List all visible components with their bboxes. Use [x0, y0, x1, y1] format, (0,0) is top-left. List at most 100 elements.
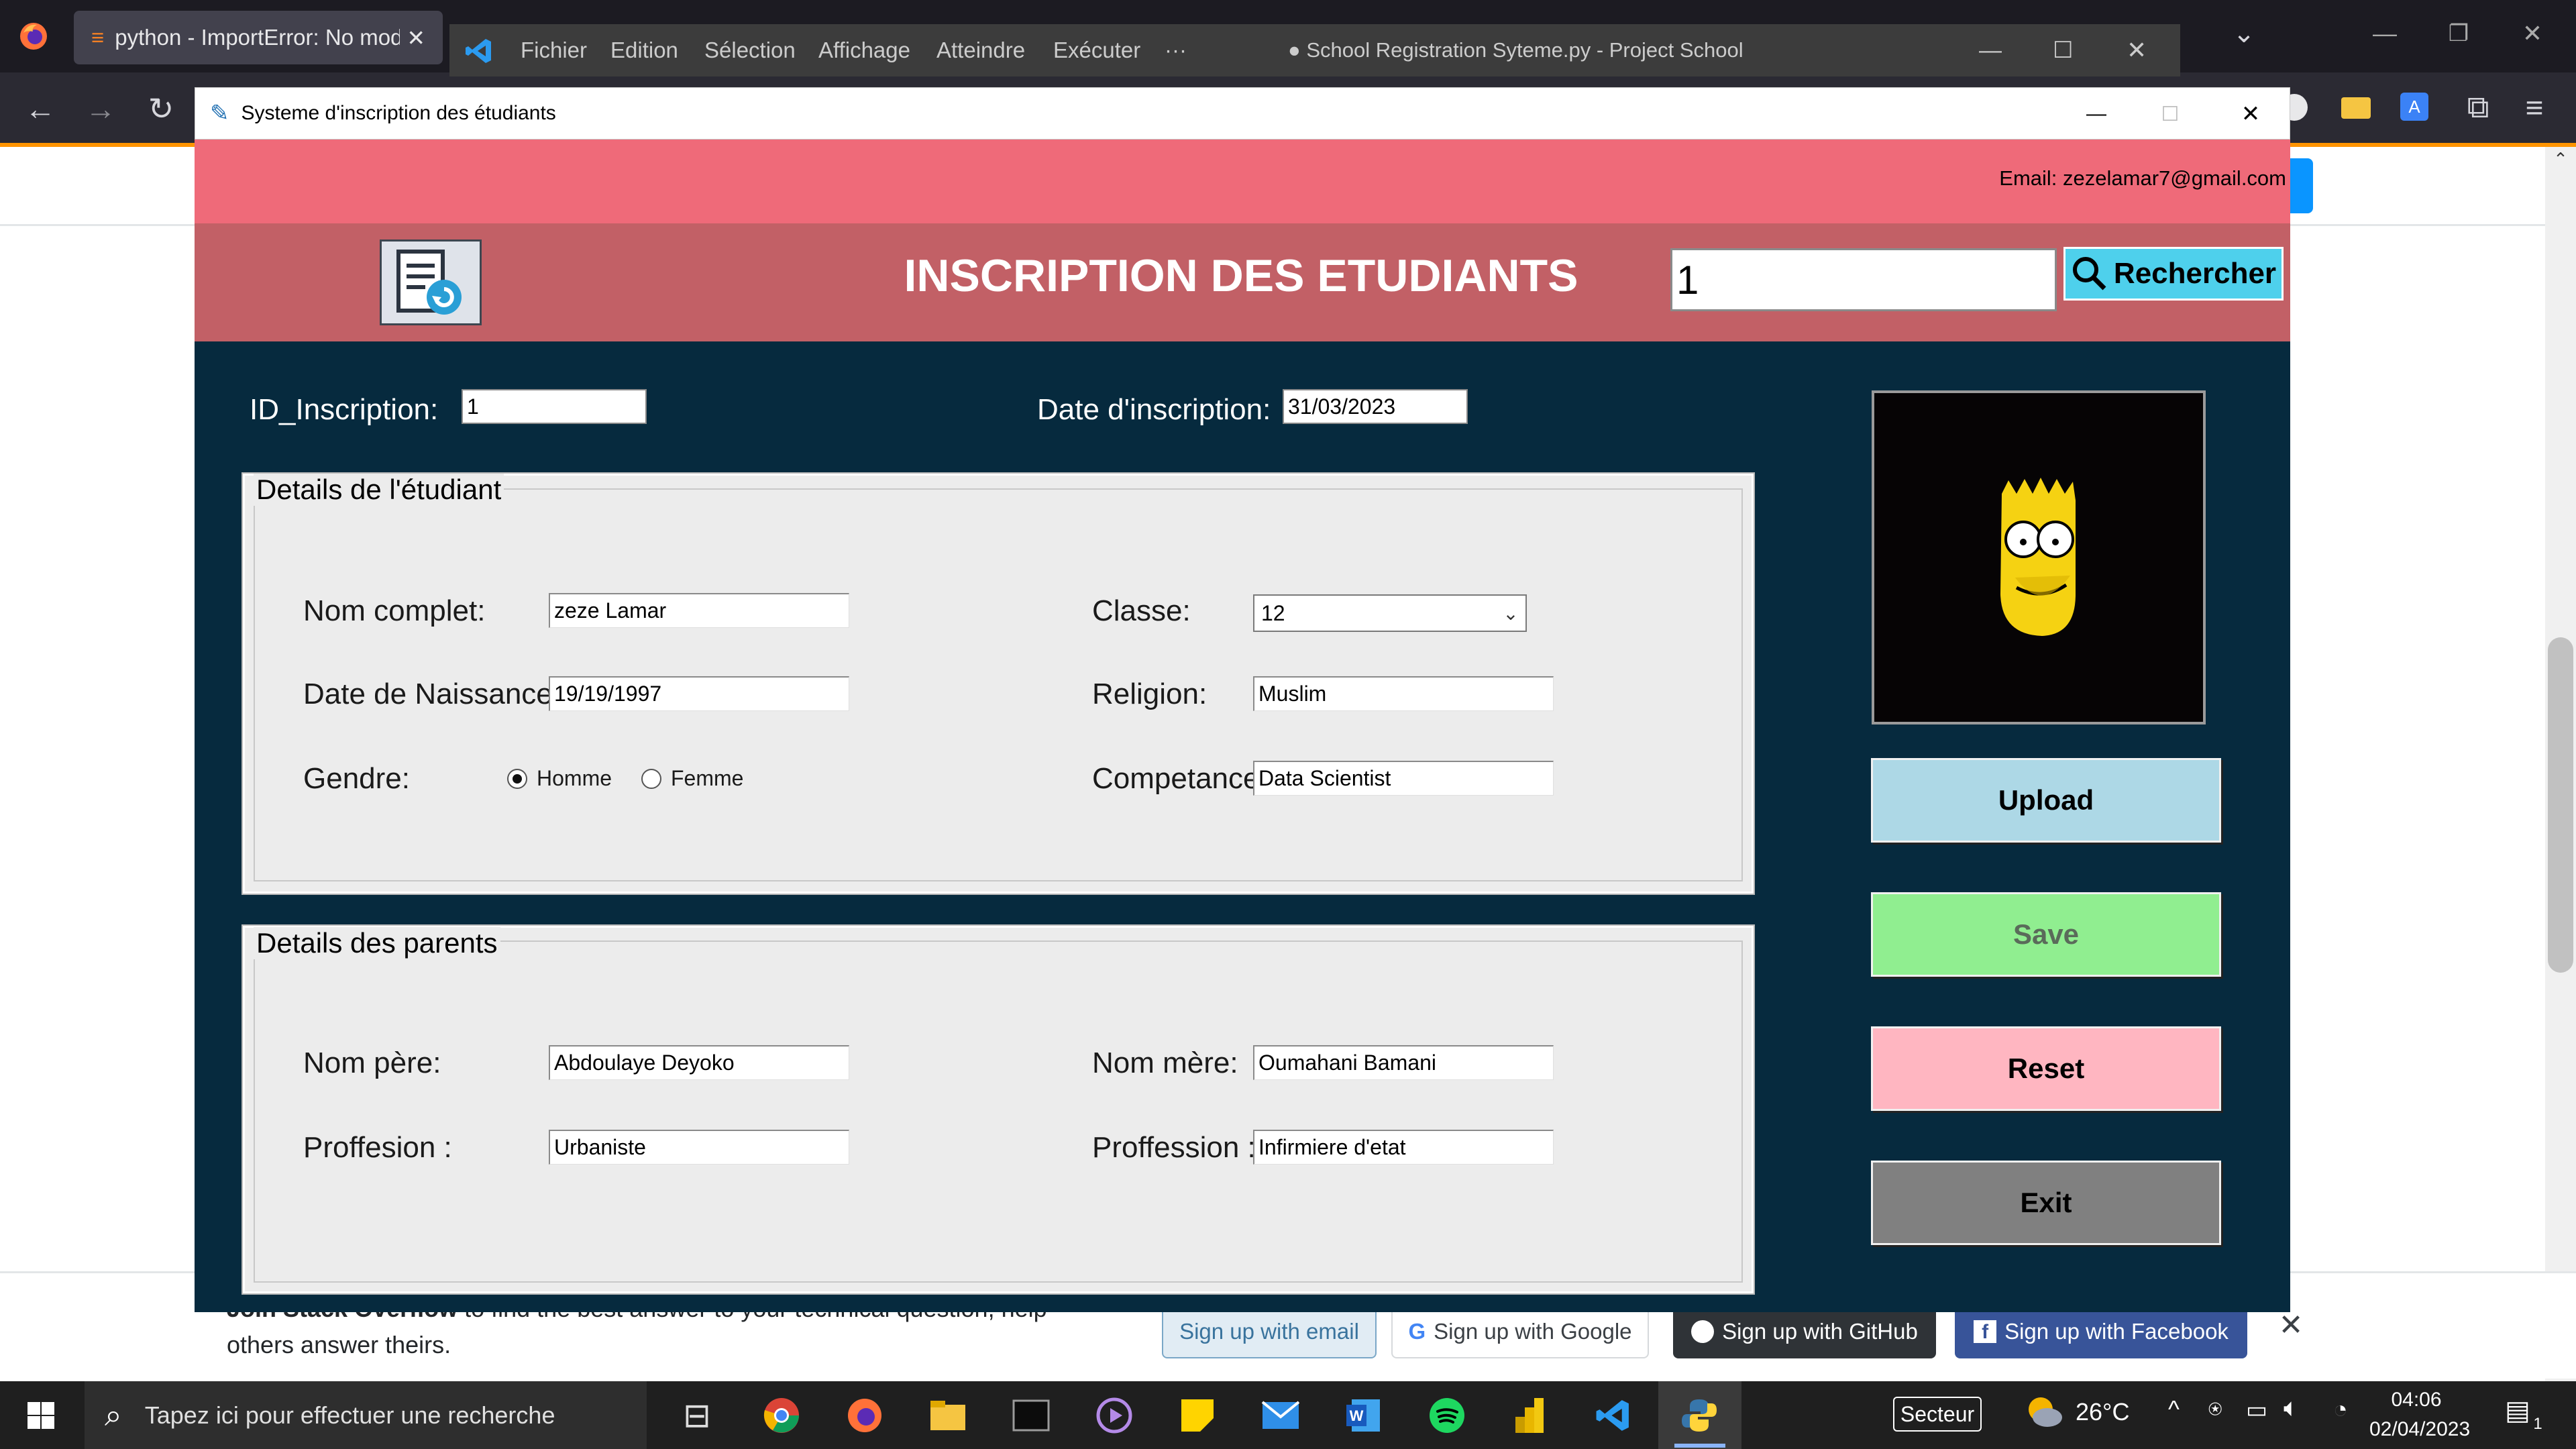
- media-player-icon[interactable]: [1087, 1388, 1142, 1443]
- search-input[interactable]: 1: [1670, 248, 2057, 311]
- chrome-icon[interactable]: [754, 1388, 809, 1443]
- restore-icon[interactable]: ❐: [2435, 13, 2482, 54]
- genre-label: Gendre:: [303, 762, 410, 795]
- app-maximize-icon[interactable]: ☐: [2147, 94, 2194, 134]
- religion-label: Religion:: [1092, 678, 1208, 710]
- github-icon: [1691, 1320, 1715, 1343]
- profession-mere-input[interactable]: Infirmiere d'etat: [1253, 1130, 1554, 1165]
- minimize-icon[interactable]: —: [2361, 13, 2408, 54]
- nom-complet-input[interactable]: zeze Lamar: [549, 593, 849, 628]
- app-minimize-icon[interactable]: —: [2073, 94, 2120, 134]
- vscode-menu-executer[interactable]: Exécuter: [1053, 24, 1140, 76]
- close-icon[interactable]: ✕: [407, 25, 425, 51]
- browser-tab-title: python - ImportError: No modul: [115, 25, 400, 50]
- genre-radio-homme[interactable]: Homme: [507, 766, 612, 791]
- python-icon[interactable]: [1672, 1388, 1727, 1443]
- id-inscription-input[interactable]: 1: [462, 389, 647, 424]
- extensions-icon[interactable]: ⧉: [2458, 87, 2498, 127]
- banner-text-line2: others answer theirs.: [227, 1331, 451, 1358]
- app-window-title: Systeme d'inscription des étudiants: [241, 102, 556, 124]
- signup-email-button[interactable]: Sign up with email: [1162, 1305, 1377, 1358]
- competence-input[interactable]: Data Scientist: [1253, 761, 1554, 796]
- vscode-minimize-icon[interactable]: —: [1979, 24, 2002, 76]
- exit-button[interactable]: Exit: [1871, 1161, 2221, 1245]
- date-inscription-input[interactable]: 31/03/2023: [1283, 389, 1468, 424]
- parent-details-border: [254, 941, 1743, 1283]
- usb-icon[interactable]: ⍟: [2208, 1397, 2222, 1423]
- folder-icon[interactable]: [2341, 97, 2371, 119]
- feather-icon: ✎: [210, 101, 229, 126]
- student-photo: [1872, 390, 2206, 724]
- signup-facebook-button[interactable]: f Sign up with Facebook: [1955, 1305, 2247, 1358]
- file-explorer-icon[interactable]: [920, 1388, 975, 1443]
- contact-email: Email: zezelamar7@gmail.com: [1999, 166, 2286, 190]
- genre-femme-label: Femme: [671, 766, 744, 790]
- taskbar-date[interactable]: 02/04/2023: [2369, 1418, 2470, 1441]
- id-inscription-label: ID_Inscription:: [250, 393, 439, 426]
- taskbar-time[interactable]: 04:06: [2369, 1389, 2463, 1411]
- keyboard-layout-badge[interactable]: Secteur: [1893, 1397, 1982, 1432]
- vscode-taskbar-icon[interactable]: [1586, 1388, 1641, 1443]
- close-icon[interactable]: ✕: [2509, 13, 2556, 54]
- classe-label: Classe:: [1092, 594, 1191, 627]
- taskbar-search-box[interactable]: ⌕ Tapez ici pour effectuer une recherche: [85, 1381, 647, 1449]
- power-bi-icon[interactable]: [1503, 1388, 1558, 1443]
- scrollbar-thumb[interactable]: [2548, 637, 2573, 973]
- vscode-menu-more[interactable]: ···: [1165, 24, 1187, 76]
- student-details-title: Details de l'étudiant: [254, 474, 504, 506]
- profession-pere-input[interactable]: Urbaniste: [549, 1130, 849, 1165]
- banner-close-icon[interactable]: ✕: [2274, 1308, 2308, 1348]
- classe-select[interactable]: 12 ⌄: [1253, 594, 1527, 632]
- app-title-bar: ✎ Systeme d'inscription des étudiants: [195, 87, 2290, 140]
- word-icon[interactable]: W: [1336, 1388, 1391, 1443]
- weather-temperature: 26°C: [2076, 1398, 2130, 1426]
- task-view-icon[interactable]: ⊟: [669, 1388, 724, 1443]
- genre-radio-femme[interactable]: Femme: [641, 766, 743, 791]
- vscode-menu-selection[interactable]: Sélection: [704, 24, 796, 76]
- reload-icon[interactable]: ↻: [140, 87, 182, 130]
- forward-icon[interactable]: →: [79, 87, 122, 130]
- battery-icon[interactable]: ▭: [2246, 1397, 2267, 1424]
- date-naissance-label: Date de Naissance:: [303, 678, 561, 710]
- save-button[interactable]: Save: [1871, 892, 2221, 977]
- reset-button[interactable]: Reset: [1871, 1026, 2221, 1111]
- religion-input[interactable]: Muslim: [1253, 676, 1554, 711]
- mail-icon[interactable]: [1253, 1388, 1308, 1443]
- wifi-icon[interactable]: ◔: [2333, 1395, 2348, 1424]
- weather-icon[interactable]: [2023, 1392, 2063, 1432]
- app-close-icon[interactable]: ✕: [2227, 94, 2274, 134]
- sticky-notes-icon[interactable]: [1170, 1388, 1225, 1443]
- page-button-fragment: [2290, 158, 2313, 213]
- signup-google-label: Sign up with Google: [1434, 1319, 1632, 1344]
- active-app-indicator: [1674, 1444, 1725, 1448]
- chevron-up-icon[interactable]: ^: [2168, 1395, 2180, 1424]
- vscode-menu-affichage[interactable]: Affichage: [818, 24, 910, 76]
- nom-mere-input[interactable]: Oumahani Bamani: [1253, 1045, 1554, 1080]
- vscode-close-icon[interactable]: ✕: [2127, 24, 2147, 76]
- nom-pere-input[interactable]: Abdoulaye Deyoko: [549, 1045, 849, 1080]
- firefox-icon[interactable]: [13, 16, 54, 56]
- translate-icon[interactable]: A: [2400, 93, 2428, 121]
- upload-button[interactable]: Upload: [1871, 758, 2221, 843]
- stackoverflow-icon: ≡: [91, 25, 105, 50]
- search-button[interactable]: Rechercher: [2063, 247, 2284, 301]
- scroll-up-icon[interactable]: ⌃: [2549, 149, 2572, 169]
- browser-tab[interactable]: ≡ python - ImportError: No modul ✕: [74, 11, 443, 64]
- competence-label: Competance:: [1092, 762, 1268, 795]
- vscode-maximize-icon[interactable]: ☐: [2053, 24, 2073, 76]
- menu-icon[interactable]: ≡: [2514, 87, 2555, 127]
- windows-start-icon[interactable]: [13, 1388, 68, 1443]
- vscode-menu-fichier[interactable]: Fichier: [521, 24, 587, 76]
- volume-icon[interactable]: 🔈︎: [2284, 1394, 2299, 1423]
- back-icon[interactable]: ←: [19, 87, 62, 130]
- spotify-icon[interactable]: [1419, 1388, 1474, 1443]
- signup-google-button[interactable]: G Sign up with Google: [1391, 1305, 1649, 1358]
- terminal-icon[interactable]: [1004, 1388, 1059, 1443]
- chevron-down-icon[interactable]: ⌄: [2220, 13, 2267, 54]
- firefox-taskbar-icon[interactable]: [837, 1388, 892, 1443]
- vscode-menu-edition[interactable]: Edition: [610, 24, 678, 76]
- vscode-menu-atteindre[interactable]: Atteindre: [936, 24, 1025, 76]
- date-naissance-input[interactable]: 19/19/1997: [549, 676, 849, 711]
- signup-github-button[interactable]: Sign up with GitHub: [1673, 1305, 1936, 1358]
- search-icon: ⌕: [105, 1397, 122, 1432]
